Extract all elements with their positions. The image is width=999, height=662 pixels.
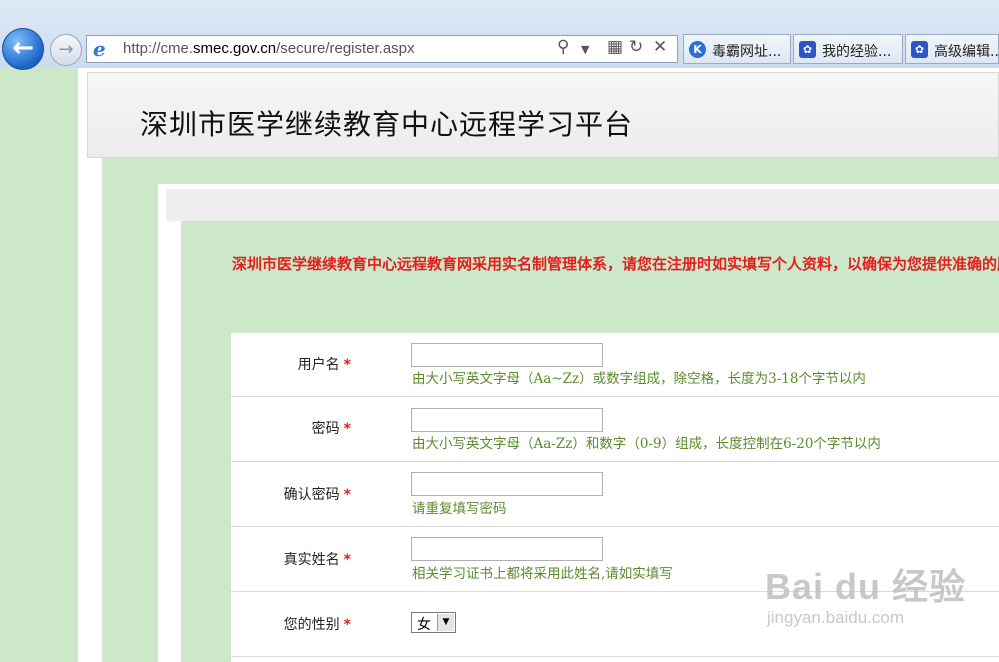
password-input[interactable] (411, 408, 603, 432)
tab-label: 毒霸网址... (712, 44, 782, 60)
address-bar[interactable]: e http://cme.smec.gov.cn/secure/register… (86, 35, 678, 63)
registration-form: 用户名 * 由大小写英文字母（Aa~Zz）或数字组成，除空格，长度为3-18个字节… (231, 333, 999, 662)
site-header: 深圳市医学继续教育中心远程学习平台 (87, 72, 999, 158)
site-title: 深圳市医学继续教育中心远程学习平台 (140, 108, 634, 141)
confirm-password-label: 确认密码 * (231, 484, 351, 504)
password-label: 密码 * (231, 418, 351, 438)
back-button[interactable]: ← (2, 28, 44, 70)
confirm-password-hint: 请重复填写密码 (412, 501, 507, 517)
search-icon[interactable]: ⚲ (557, 37, 569, 57)
arrow-left-icon: ← (12, 33, 34, 63)
form-row-password: 密码 * 由大小写英文字母（Aa-Zz）和数字（0-9）组成，长度控制在6-20个… (231, 397, 999, 462)
panel-header (166, 189, 999, 221)
required-mark: * (343, 357, 351, 373)
label-text: 用户名 (297, 357, 340, 373)
compatibility-view-icon[interactable]: ▦ (607, 37, 623, 57)
url-prefix: http://cme. (123, 40, 194, 57)
gender-label: 您的性别 * (231, 614, 351, 634)
username-input[interactable] (411, 343, 603, 367)
kingsoft-k-icon: K (689, 41, 706, 58)
dropdown-arrow-icon[interactable]: ▼ (437, 614, 454, 631)
form-row-gender: 您的性别 * 女 ▼ (231, 592, 999, 657)
baidu-paw-icon: ✿ (911, 41, 928, 58)
required-mark: * (343, 421, 351, 437)
arrow-right-icon: → (58, 39, 74, 60)
form-row-real-name: 真实姓名 * 相关学习证书上都将采用此姓名,请如实填写 (231, 527, 999, 592)
form-row-username: 用户名 * 由大小写英文字母（Aa~Zz）或数字组成，除空格，长度为3-18个字节… (231, 333, 999, 397)
baidu-paw-icon: ✿ (799, 41, 816, 58)
required-mark: * (343, 552, 351, 568)
ie-logo-icon: e (93, 37, 106, 61)
username-label: 用户名 * (231, 354, 351, 374)
url-text[interactable]: http://cme.smec.gov.cn/secure/register.a… (123, 40, 415, 57)
real-name-input[interactable] (411, 537, 603, 561)
refresh-icon[interactable]: ↻ (629, 37, 643, 57)
url-path: /secure/register.aspx (276, 40, 415, 57)
tab-label: 我的经验... (822, 44, 892, 60)
real-name-hint: 相关学习证书上都将采用此姓名,请如实填写 (412, 566, 673, 582)
username-hint: 由大小写英文字母（Aa~Zz）或数字组成，除空格，长度为3-18个字节以内 (412, 371, 866, 387)
confirm-password-input[interactable] (411, 472, 603, 496)
form-row-confirm-password: 确认密码 * 请重复填写密码 (231, 462, 999, 527)
chevron-down-icon[interactable]: ▼ (581, 43, 589, 56)
url-domain: smec.gov.cn (193, 40, 277, 57)
password-hint: 由大小写英文字母（Aa-Zz）和数字（0-9）组成，长度控制在6-20个字节以内 (412, 436, 881, 452)
label-text: 确认密码 (283, 487, 340, 503)
tab-my-experience[interactable]: ✿ 我的经验... (793, 34, 903, 64)
tab-advanced-edit[interactable]: ✿ 高级编辑... (905, 34, 999, 64)
required-mark: * (343, 617, 351, 633)
real-name-label: 真实姓名 * (231, 549, 351, 569)
tab-label: 高级编辑... (934, 44, 999, 60)
label-text: 真实姓名 (283, 552, 340, 568)
registration-notice: 深圳市医学继续教育中心远程教育网采用实名制管理体系，请您在注册时如实填写个人资料… (232, 255, 999, 273)
stop-icon[interactable]: ✕ (653, 37, 667, 57)
browser-toolbar: ← → e http://cme.smec.gov.cn/secure/regi… (0, 0, 999, 70)
label-text: 密码 (311, 421, 340, 437)
tab-duba[interactable]: K 毒霸网址... (683, 34, 791, 64)
required-mark: * (343, 487, 351, 503)
label-text: 您的性别 (283, 617, 340, 633)
forward-button[interactable]: → (50, 34, 82, 66)
gender-select[interactable]: 女 ▼ (411, 612, 456, 633)
gender-selected-value: 女 (417, 617, 431, 633)
